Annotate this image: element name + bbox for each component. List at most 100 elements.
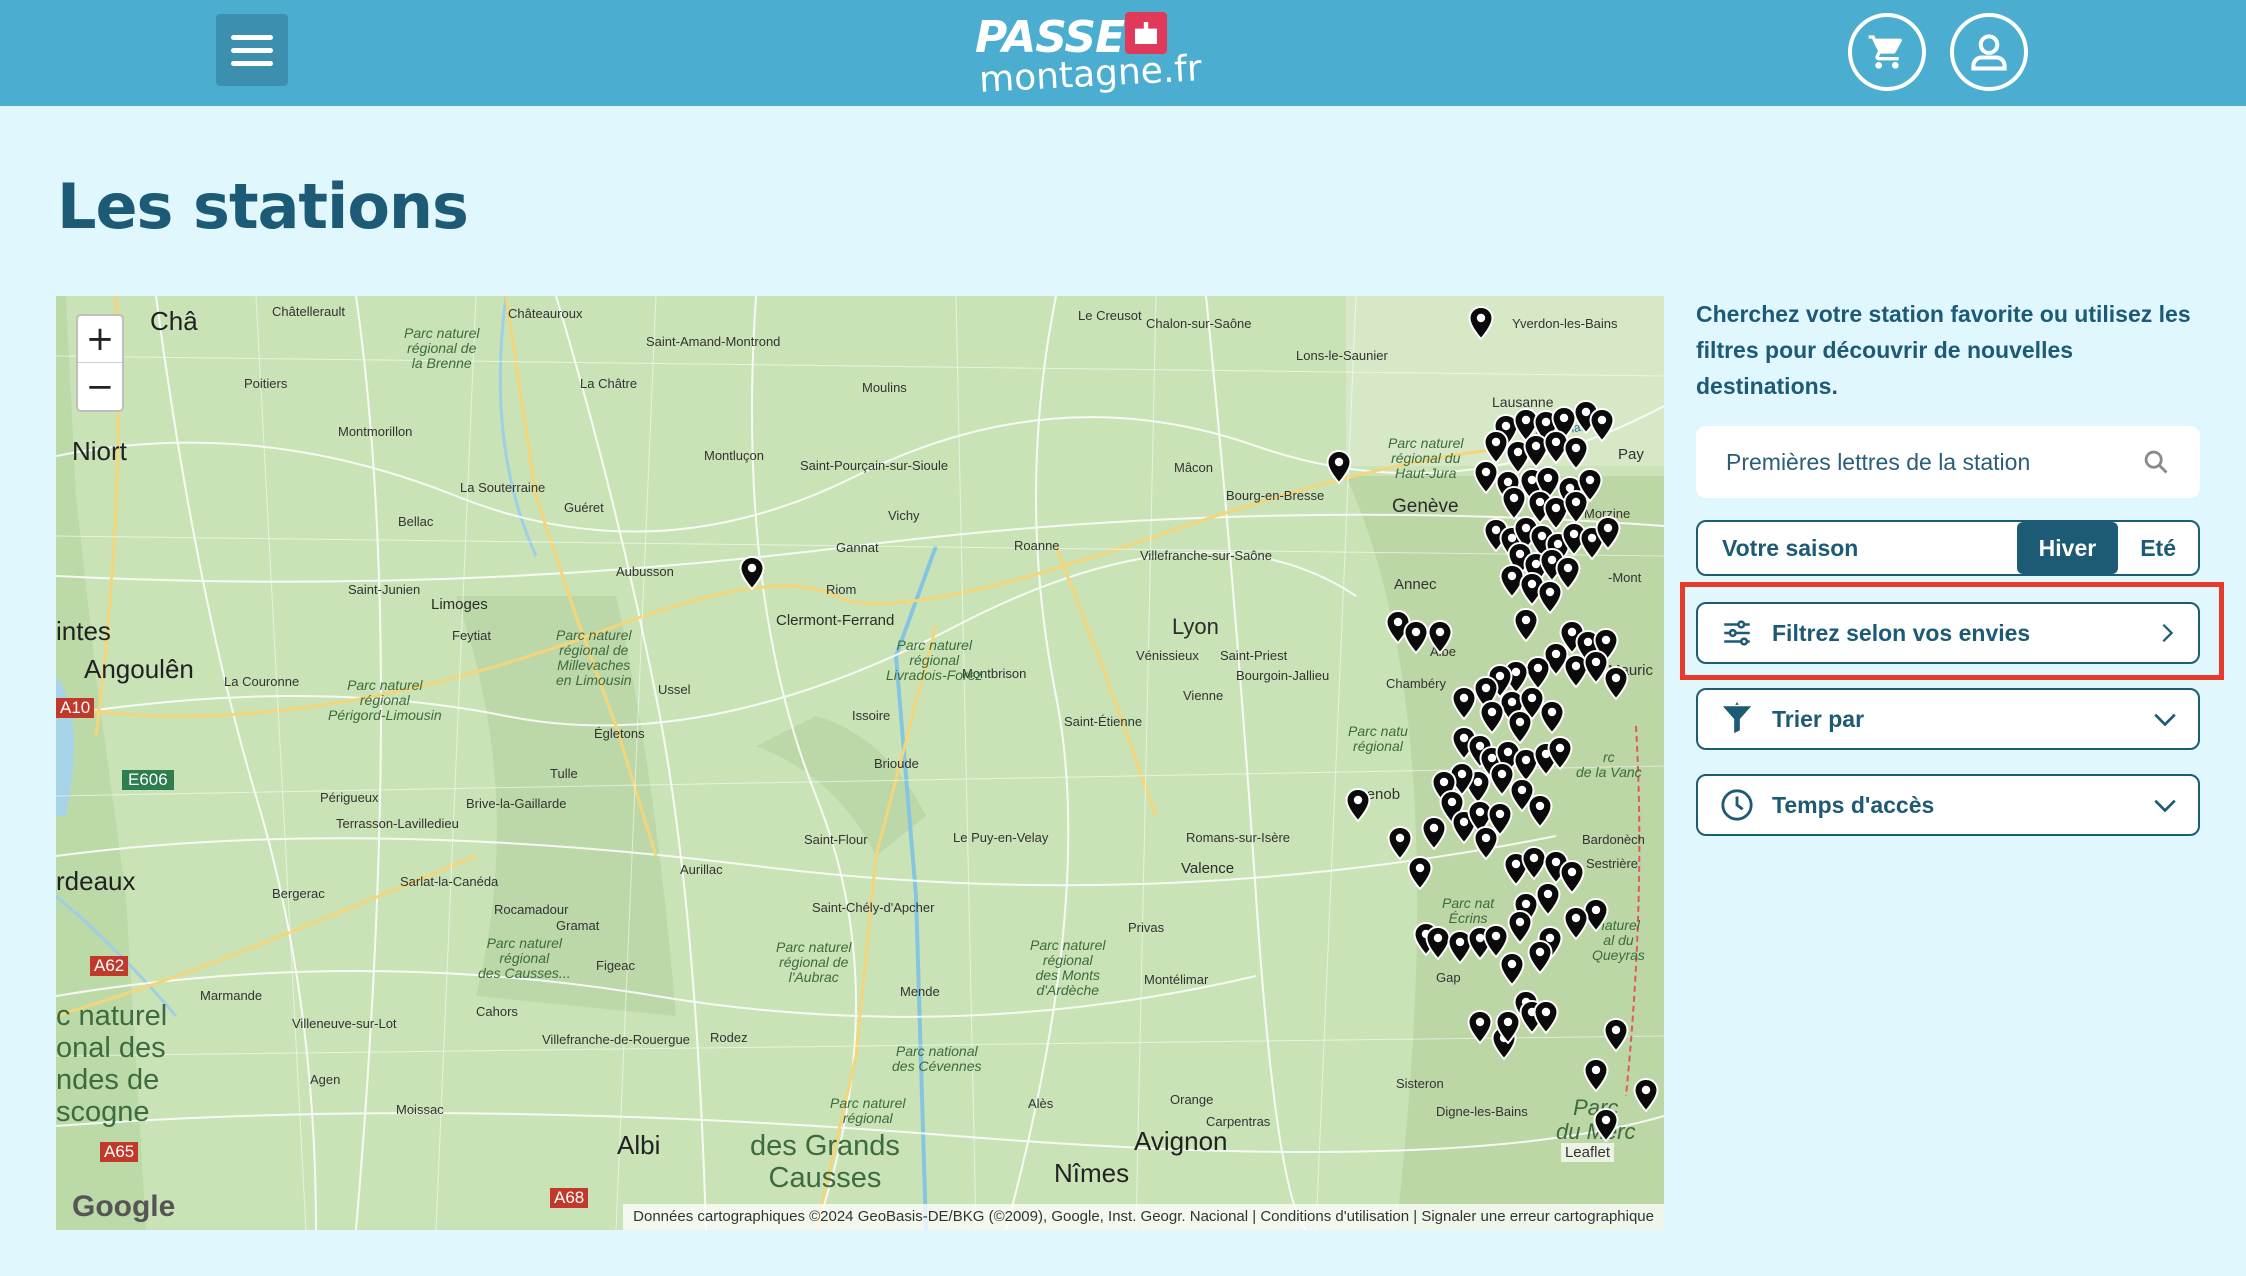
station-pin-icon[interactable] xyxy=(1345,788,1371,822)
search-icon[interactable] xyxy=(2142,448,2170,476)
map-label: Nîmes xyxy=(1054,1158,1130,1188)
station-pin-icon[interactable] xyxy=(1479,700,1505,734)
station-pin-icon[interactable] xyxy=(1563,906,1589,940)
station-pin-icon[interactable] xyxy=(1537,580,1563,614)
map-label: Aurillac xyxy=(680,862,723,877)
station-pin-icon[interactable] xyxy=(1563,436,1589,470)
station-pin-icon[interactable] xyxy=(1473,826,1499,860)
station-pin-icon[interactable] xyxy=(1547,736,1573,770)
station-pin-icon[interactable] xyxy=(1507,710,1533,744)
station-pin-icon[interactable] xyxy=(1421,816,1447,850)
map-label: Moissac xyxy=(396,1102,444,1117)
station-pin-icon[interactable] xyxy=(1589,408,1615,442)
station-pin-icon[interactable] xyxy=(1513,608,1539,642)
map-label: Roanne xyxy=(1014,538,1060,553)
station-pin-icon[interactable] xyxy=(1563,490,1589,524)
map-park-label: Parc naturel régional Périgord-Limousin xyxy=(328,677,442,723)
map-label: Poitiers xyxy=(244,376,288,391)
map-label: Orange xyxy=(1170,1092,1214,1107)
season-summer-toggle[interactable]: Eté xyxy=(2118,522,2198,574)
station-pin-icon[interactable] xyxy=(1559,860,1585,894)
station-pin-icon[interactable] xyxy=(1539,700,1565,734)
chevron-down-icon xyxy=(2154,799,2176,813)
map-label: Aubusson xyxy=(616,564,674,579)
map-label: Angoulên xyxy=(84,654,194,684)
station-search-field[interactable]: Premières lettres de la station xyxy=(1696,426,2200,498)
map-label: Niort xyxy=(72,436,127,466)
zoom-out-button[interactable]: − xyxy=(78,363,122,410)
station-pin-icon[interactable] xyxy=(1595,516,1621,550)
cart-button[interactable] xyxy=(1848,13,1926,91)
map-park-label: Parc naturel régional des Causses... xyxy=(478,935,571,981)
map-park-label: Parc naturel régional de l'Aubrac xyxy=(776,939,852,985)
station-pin-icon[interactable] xyxy=(1603,666,1629,700)
map-park-label: Parc naturel régional des Monts d'Ardèch… xyxy=(1030,937,1106,998)
account-button[interactable] xyxy=(1950,13,2028,91)
map-label: Villefranche-de-Rouergue xyxy=(542,1032,690,1047)
season-selector: Votre saison Hiver Eté xyxy=(1696,520,2200,576)
season-label: Votre saison xyxy=(1722,534,1859,561)
sort-label: Trier par xyxy=(1772,705,1865,732)
map-label: Agen xyxy=(310,1072,341,1087)
station-pin-icon[interactable] xyxy=(1403,620,1429,654)
station-pin-icon[interactable] xyxy=(1407,856,1433,890)
road-shield: A68 xyxy=(550,1188,589,1208)
map-label: Lons-le-Saunier xyxy=(1296,348,1388,363)
station-pin-icon[interactable] xyxy=(1387,826,1413,860)
map-label: Bergerac xyxy=(272,886,325,901)
station-pin-icon[interactable] xyxy=(1533,1000,1559,1034)
site-logo[interactable]: PASSE montagne.fr xyxy=(975,8,1203,101)
station-pin-icon[interactable] xyxy=(1427,620,1453,654)
station-pin-icon[interactable] xyxy=(1593,1108,1619,1142)
stations-map[interactable]: + − Niort Angoulên intes Châ rdeaux Avig… xyxy=(56,296,1664,1230)
station-pin-icon[interactable] xyxy=(1527,940,1553,974)
station-pin-icon[interactable] xyxy=(1527,794,1553,828)
user-icon xyxy=(1971,34,2007,71)
map-label: Égletons xyxy=(594,726,645,741)
access-time-dropdown[interactable]: Temps d'accès xyxy=(1696,774,2200,836)
map-park-label: rc de la Vanc xyxy=(1576,749,1642,780)
map-label: intes xyxy=(56,616,111,646)
station-pin-icon[interactable] xyxy=(1583,1058,1609,1092)
station-pin-icon[interactable] xyxy=(1603,1018,1629,1052)
map-label: La Souterraine xyxy=(460,480,546,495)
logo-mark-icon xyxy=(1125,12,1167,54)
search-input[interactable]: Premières lettres de la station xyxy=(1726,449,2142,476)
map-label: Saint-Étienne xyxy=(1064,714,1143,729)
map-label: Châteauroux xyxy=(508,306,583,321)
station-pin-icon[interactable] xyxy=(1326,450,1352,484)
map-label: Carpentras xyxy=(1206,1114,1271,1129)
google-logo[interactable]: Google xyxy=(72,1190,175,1224)
map-label: Valence xyxy=(1181,860,1235,877)
map-park-label: Parc naturel régional de Millevaches en … xyxy=(556,627,632,688)
funnel-icon xyxy=(1722,702,1752,734)
cart-icon xyxy=(1868,35,1903,69)
map-park-label: Parc nat Écrins xyxy=(1442,895,1495,926)
map-label: Sarlat-la-Canéda xyxy=(400,874,499,889)
station-pin-icon[interactable] xyxy=(1495,1010,1521,1044)
map-label: Bourgoin-Jallieu xyxy=(1236,668,1330,683)
station-pin-icon[interactable] xyxy=(1507,910,1533,944)
station-pin-icon[interactable] xyxy=(739,556,765,590)
sort-dropdown[interactable]: Trier par xyxy=(1696,688,2200,750)
station-pin-icon[interactable] xyxy=(1467,1010,1493,1044)
season-winter-toggle[interactable]: Hiver xyxy=(2016,522,2119,574)
map-label: Yverdon-les-Bains xyxy=(1512,316,1618,331)
map-label: Limoges xyxy=(431,596,488,613)
station-pin-icon[interactable] xyxy=(1501,486,1527,520)
station-pin-icon[interactable] xyxy=(1468,306,1494,340)
zoom-control: + − xyxy=(76,314,124,412)
map-label: Brive-la-Gaillarde xyxy=(466,796,567,811)
map-label: Saint-Flour xyxy=(804,832,868,847)
clock-icon xyxy=(1721,789,1753,821)
map-attribution[interactable]: Données cartographiques ©2024 GeoBasis-D… xyxy=(623,1204,1664,1230)
hamburger-menu-button[interactable] xyxy=(216,14,288,86)
map-label: Bardonèch xyxy=(1582,832,1645,847)
station-pin-icon[interactable] xyxy=(1483,924,1509,958)
leaflet-attribution-link[interactable]: Leaflet xyxy=(1560,1143,1614,1162)
map-label: Montluçon xyxy=(704,448,764,463)
station-pin-icon[interactable] xyxy=(1633,1078,1659,1112)
map-label: Saint-Priest xyxy=(1220,648,1288,663)
station-pin-icon[interactable] xyxy=(1451,686,1477,720)
zoom-in-button[interactable]: + xyxy=(78,316,122,363)
